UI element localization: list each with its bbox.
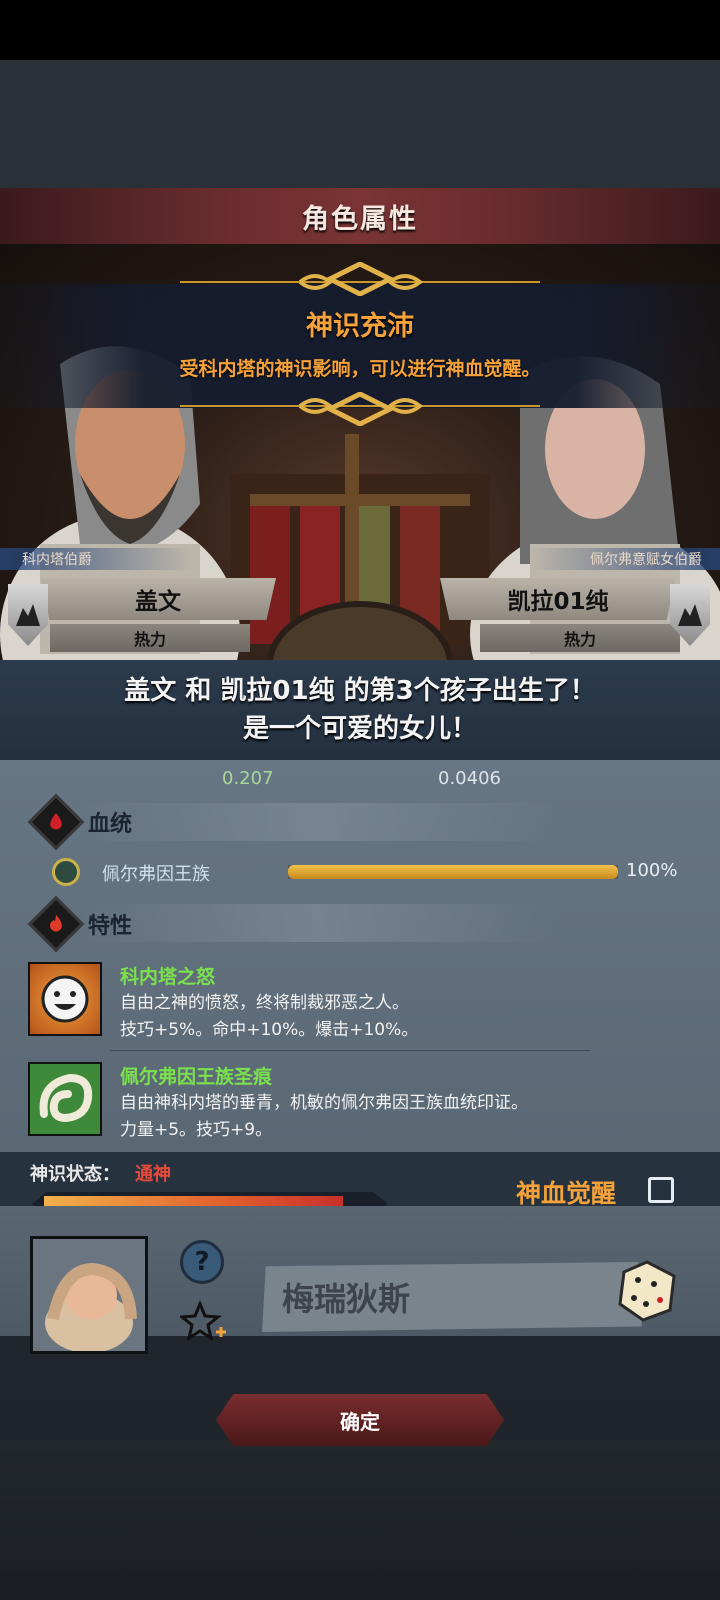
title-bar: 角色属性 <box>0 188 720 244</box>
flame-icon <box>27 895 85 953</box>
traits-header: 特性 <box>27 895 133 953</box>
mother-trait-plate: 热力 <box>480 624 680 652</box>
traits-header-strip <box>75 904 560 942</box>
father-trait-plate: 热力 <box>50 624 250 652</box>
father-title-tag: 科内塔伯爵 <box>0 548 192 570</box>
trait-2-desc-1: 自由神科内塔的垂青，机敏的佩尔弗因王族血统印证。 <box>120 1093 528 1113</box>
traits-label: 特性 <box>88 914 133 939</box>
banner-description: 受科内塔的神识影响，可以进行神血觉醒。 <box>179 358 541 380</box>
mother-trait: 热力 <box>563 630 596 649</box>
trait-1-desc-2: 技巧+5%。命中+10%。爆击+10%。 <box>120 1020 419 1040</box>
blood-drop-icon <box>27 793 85 851</box>
state-value: 通神 <box>135 1164 171 1185</box>
mother-rank-title: 佩尔弗意赋女伯爵 <box>590 552 702 568</box>
announcement-line-1: 盖文 和 凯拉01纯 的第3个孩子出生了！ <box>124 676 596 706</box>
bloodline-bar-fill <box>288 865 618 879</box>
stat-right: 0.0406 <box>438 768 501 789</box>
trait-2-name: 佩尔弗因王族圣痕 <box>120 1066 273 1088</box>
trait-1-desc-1: 自由之神的愤怒，终将制裁邪恶之人。 <box>120 993 409 1013</box>
father-trait: 热力 <box>133 630 166 649</box>
trait-divider <box>110 1050 590 1051</box>
bloodline-bar-track <box>288 865 618 879</box>
help-icon[interactable]: ? <box>180 1240 224 1284</box>
awaken-label: 神血觉醒 <box>516 1179 617 1208</box>
baby-name: 梅瑞狄斯 <box>282 1280 411 1318</box>
bottom-area <box>0 1440 720 1600</box>
father-name-plate: 盖文 <box>40 578 276 620</box>
page-title: 角色属性 <box>302 203 418 235</box>
royal-crest-icon <box>52 858 80 886</box>
bloodline-name: 佩尔弗因王族 <box>102 864 210 885</box>
awaken-checkbox[interactable] <box>648 1177 674 1203</box>
bloodline-label: 血统 <box>88 812 133 837</box>
random-name-dice-icon[interactable] <box>616 1260 678 1322</box>
mother-title-tag: 佩尔弗意赋女伯爵 <box>530 548 720 570</box>
ornament-bottom-icon <box>180 392 540 426</box>
smiley-face-icon <box>28 962 102 1036</box>
add-favorite-star-icon[interactable] <box>178 1300 226 1346</box>
baby-name-field[interactable]: 梅瑞狄斯 <box>262 1262 642 1332</box>
confirm-label: 确定 <box>340 1409 380 1434</box>
bloodline-header: 血统 <box>27 793 133 851</box>
bloodline-percent: 100% <box>626 860 678 881</box>
mother-name-plate: 凯拉01纯 <box>440 578 676 620</box>
birth-announcement: 盖文 和 凯拉01纯 的第3个孩子出生了！ 是一个可爱的女儿！ <box>0 660 720 760</box>
banner-title: 神识充沛 <box>306 311 414 342</box>
mother-name: 凯拉01纯 <box>507 589 609 615</box>
announcement-line-2: 是一个可爱的女儿！ <box>242 714 477 744</box>
father-name: 盖文 <box>135 589 181 615</box>
ornament-top-icon <box>180 262 540 296</box>
trait-2-desc-2: 力量+5。技巧+9。 <box>120 1120 273 1140</box>
confirm-button[interactable]: 确定 <box>216 1394 504 1446</box>
trait-1-name: 科内塔之怒 <box>120 966 216 988</box>
stat-left: 0.207 <box>222 768 274 789</box>
status-bar-area <box>0 0 720 60</box>
divine-banner <box>0 284 720 408</box>
father-rank-title: 科内塔伯爵 <box>22 552 92 568</box>
green-swirl-icon <box>28 1062 102 1136</box>
bloodline-header-strip <box>75 803 560 841</box>
baby-portrait <box>30 1236 148 1354</box>
state-label: 神识状态： <box>30 1164 120 1185</box>
